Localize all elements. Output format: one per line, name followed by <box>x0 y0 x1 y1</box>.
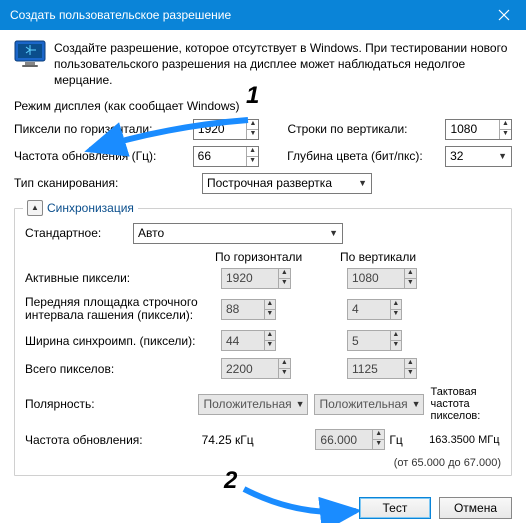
refresh-label: Частота обновления (Гц): <box>14 149 185 163</box>
col-vertical-label: По вертикали <box>340 250 465 264</box>
porch-v-input: ▲▼ <box>347 299 402 320</box>
scan-select[interactable]: Построчная развертка ▼ <box>202 173 372 194</box>
display-mode-label: Режим дисплея (как сообщает Windows) <box>14 99 512 113</box>
standard-label: Стандартное: <box>25 226 125 240</box>
active-pixels-label: Активные пиксели: <box>25 271 215 285</box>
hpixels-label: Пиксели по горизонтали: <box>14 122 185 136</box>
vlines-label: Строки по вертикали: <box>287 122 437 136</box>
chevron-down-icon: ▼ <box>358 178 367 188</box>
close-button[interactable] <box>481 0 526 30</box>
hfreq-value: 74.25 кГц <box>202 433 310 447</box>
polarity-v-select: Положительная▼ <box>314 394 424 415</box>
depth-select[interactable]: 32 ▼ <box>445 146 512 167</box>
sync-width-label: Ширина синхроимп. (пиксели): <box>25 334 215 348</box>
test-button[interactable]: Тест <box>359 497 431 519</box>
depth-label: Глубина цвета (бит/пкс): <box>287 149 437 163</box>
sync-title: Синхронизация <box>47 201 134 215</box>
syncw-h-input: ▲▼ <box>221 330 276 351</box>
collapse-toggle[interactable]: ▲ <box>27 200 43 216</box>
spinner-icon[interactable]: ▲▼ <box>499 120 511 139</box>
hz-label: Гц <box>389 433 402 447</box>
porch-h-input: ▲▼ <box>221 299 276 320</box>
polarity-h-select: Положительная▼ <box>198 394 308 415</box>
intro-text: Создайте разрешение, которое отсутствует… <box>54 40 512 89</box>
front-porch-label: Передняя площадка строчного интервала га… <box>25 296 215 324</box>
titlebar: Создать пользовательское разрешение <box>0 0 526 30</box>
sync-group: ▲ Синхронизация Стандартное: Авто ▼ По г… <box>14 208 512 477</box>
vfreq-input: ▲▼ <box>315 429 385 450</box>
hfreq-label: Частота обновления: <box>25 433 196 447</box>
vlines-input[interactable]: ▲▼ <box>445 119 512 140</box>
total-pixels-label: Всего пикселов: <box>25 362 215 376</box>
chevron-down-icon: ▼ <box>329 228 338 238</box>
pixelclock-value: 163.3500 МГц <box>429 434 501 446</box>
polarity-label: Полярность: <box>25 397 192 411</box>
col-horizontal-label: По горизонтали <box>215 250 340 264</box>
syncw-v-input: ▲▼ <box>347 330 402 351</box>
active-v-input: ▲▼ <box>347 268 417 289</box>
vfreq-range: (от 65.000 до 67.000) <box>25 457 501 469</box>
standard-select[interactable]: Авто ▼ <box>133 223 343 244</box>
scan-label: Тип сканирования: <box>14 176 194 190</box>
total-h-input: ▲▼ <box>221 358 291 379</box>
arrow-2-icon <box>238 481 368 523</box>
monitor-icon <box>14 40 46 68</box>
spinner-icon[interactable]: ▲▼ <box>246 120 258 139</box>
hpixels-input[interactable]: ▲▼ <box>193 119 260 140</box>
pixelclock-label: Тактовая частота пикселов: <box>430 386 501 422</box>
spinner-icon[interactable]: ▲▼ <box>246 147 258 166</box>
total-v-input: ▲▼ <box>347 358 417 379</box>
close-icon <box>498 9 510 21</box>
active-h-input: ▲▼ <box>221 268 291 289</box>
chevron-down-icon: ▼ <box>498 151 507 161</box>
refresh-input[interactable]: ▲▼ <box>193 146 259 167</box>
cancel-button[interactable]: Отмена <box>439 497 512 519</box>
window-title: Создать пользовательское разрешение <box>10 8 231 22</box>
